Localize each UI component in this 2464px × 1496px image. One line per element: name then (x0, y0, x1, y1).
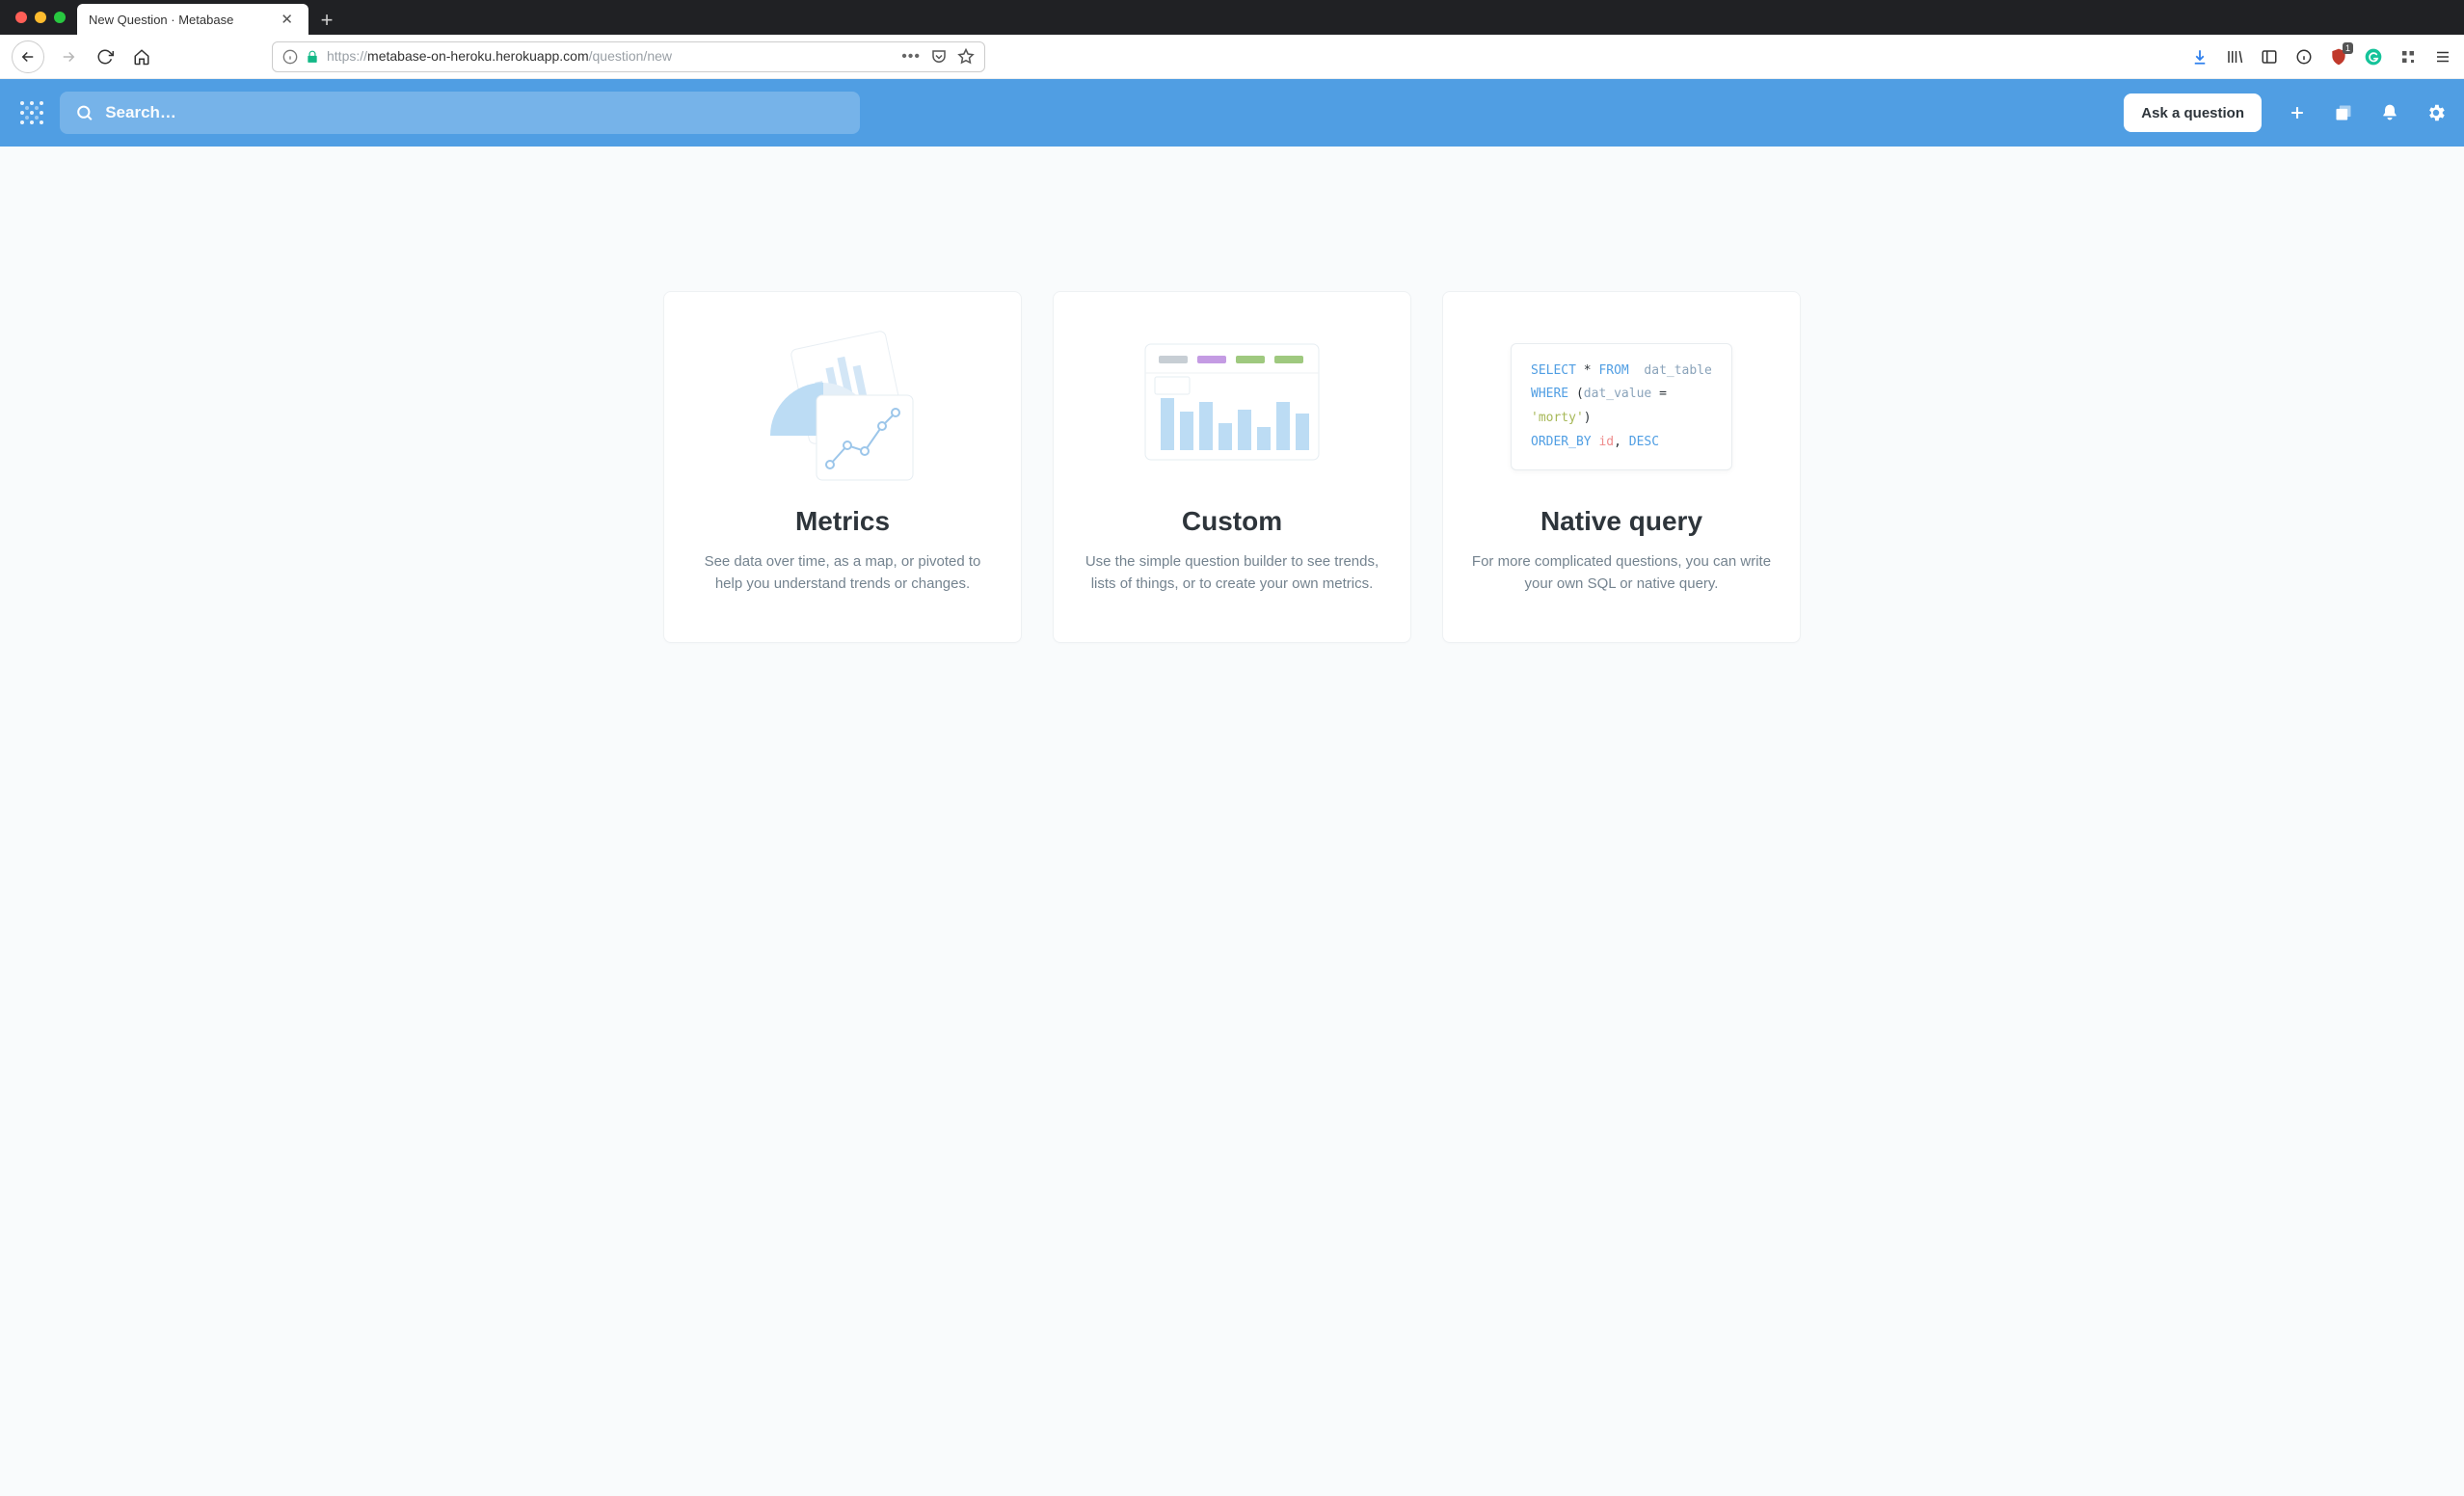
pocket-icon[interactable] (930, 48, 948, 66)
browser-tab[interactable]: New Question · Metabase ✕ (77, 4, 308, 35)
address-bar-actions: ••• (901, 48, 975, 66)
window-maximize-icon[interactable] (54, 12, 66, 23)
question-type-cards: Metrics See data over time, as a map, or… (663, 291, 1801, 643)
custom-illustration (1079, 325, 1385, 489)
hamburger-menu-icon[interactable] (2433, 47, 2452, 67)
ublock-icon[interactable]: 1 (2329, 47, 2348, 67)
metrics-illustration (689, 325, 996, 489)
notifications-icon[interactable] (2379, 102, 2400, 123)
card-description: For more complicated questions, you can … (1468, 550, 1775, 596)
reload-button[interactable] (93, 44, 118, 69)
tab-close-icon[interactable]: ✕ (277, 11, 297, 28)
app-navbar: Ask a question (0, 79, 2464, 147)
arrow-left-icon (19, 48, 37, 66)
ask-question-button[interactable]: Ask a question (2124, 94, 2262, 132)
home-icon (133, 48, 150, 66)
bookmark-star-icon[interactable] (957, 48, 975, 66)
card-title: Metrics (689, 506, 996, 537)
back-button[interactable] (12, 40, 44, 73)
card-native-query[interactable]: SELECT * FROM dat_table WHERE (dat_value… (1442, 291, 1801, 643)
url-protocol: https:// (327, 48, 367, 64)
navbar-right: Ask a question (2124, 94, 2447, 132)
url-text: https://metabase-on-heroku.herokuapp.com… (327, 48, 672, 66)
card-description: See data over time, as a map, or pivoted… (689, 550, 996, 596)
arrow-right-icon (60, 48, 77, 66)
downloads-icon[interactable] (2190, 47, 2210, 67)
window-close-icon[interactable] (15, 12, 27, 23)
url-host: metabase-on-heroku.herokuapp.com (367, 48, 589, 64)
card-title: Custom (1079, 506, 1385, 537)
ublock-badge: 1 (2343, 42, 2353, 54)
metabase-logo[interactable] (17, 98, 46, 127)
card-description: Use the simple question builder to see t… (1079, 550, 1385, 596)
window-minimize-icon[interactable] (35, 12, 46, 23)
tab-title: New Question · Metabase (89, 13, 277, 27)
native-query-illustration: SELECT * FROM dat_table WHERE (dat_value… (1468, 325, 1775, 489)
browser-chrome: New Question · Metabase ✕ + (0, 0, 2464, 35)
page-actions-icon[interactable]: ••• (901, 48, 921, 66)
address-bar[interactable]: https://metabase-on-heroku.herokuapp.com… (272, 41, 985, 72)
apps-icon[interactable] (2398, 47, 2418, 67)
settings-icon[interactable] (2425, 102, 2447, 123)
info-circle-icon[interactable] (2294, 47, 2314, 67)
grammarly-icon[interactable] (2364, 47, 2383, 67)
info-icon[interactable] (282, 49, 298, 65)
home-button[interactable] (129, 44, 154, 69)
reload-icon (96, 48, 114, 66)
tab-strip: New Question · Metabase ✕ + (0, 0, 2464, 35)
search-icon (75, 103, 94, 122)
search-input[interactable] (105, 103, 844, 122)
create-icon[interactable] (2287, 102, 2308, 123)
search-box[interactable] (60, 92, 860, 134)
library-icon[interactable] (2225, 47, 2244, 67)
lock-icon (306, 50, 319, 64)
new-tab-button[interactable]: + (312, 6, 341, 35)
sql-sample: SELECT * FROM dat_table WHERE (dat_value… (1511, 343, 1732, 471)
card-metrics[interactable]: Metrics See data over time, as a map, or… (663, 291, 1022, 643)
toolbar-extensions: 1 (2190, 47, 2452, 67)
url-path: /question/new (589, 48, 672, 64)
window-controls (10, 0, 77, 35)
page-content: Metrics See data over time, as a map, or… (0, 147, 2464, 788)
card-custom[interactable]: Custom Use the simple question builder t… (1053, 291, 1411, 643)
browser-toolbar: https://metabase-on-heroku.herokuapp.com… (0, 35, 2464, 79)
collections-icon[interactable] (2333, 102, 2354, 123)
card-title: Native query (1468, 506, 1775, 537)
sidebar-icon[interactable] (2260, 47, 2279, 67)
forward-button (56, 44, 81, 69)
